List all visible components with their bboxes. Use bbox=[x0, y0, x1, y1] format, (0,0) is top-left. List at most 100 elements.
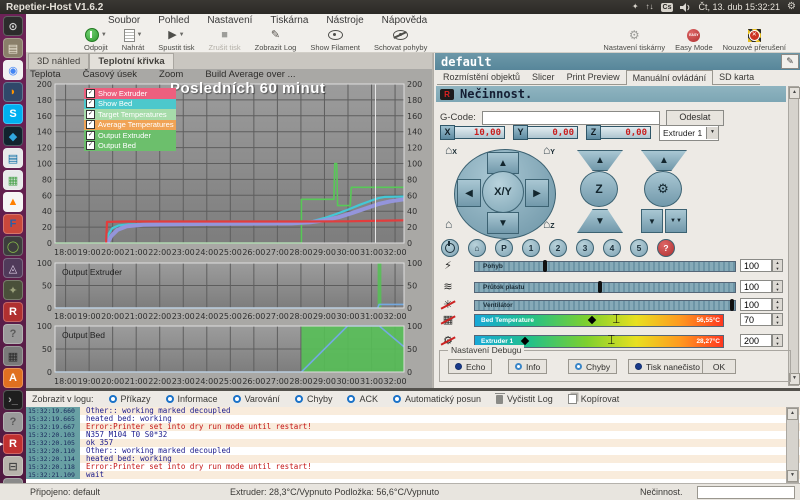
bed-icon[interactable]: ▦ bbox=[440, 313, 456, 327]
legend-checkbox[interactable]: ✓ bbox=[86, 110, 95, 119]
log-filter-chyby[interactable]: Chyby bbox=[295, 394, 333, 404]
flowrate-slider[interactable]: Průtok plastu bbox=[474, 282, 736, 293]
bed-temp-marker-diamond[interactable] bbox=[587, 316, 595, 324]
debug-tisk-nane-isto-button[interactable]: Tisk nanečisto bbox=[628, 359, 707, 374]
bed-temp-value-input[interactable]: 70 bbox=[740, 313, 772, 326]
tab-teplotn-k-ivka[interactable]: Teplotní křivka bbox=[89, 53, 173, 69]
menu-n-stroje[interactable]: Nástroje bbox=[326, 15, 363, 26]
menu-nastaven-[interactable]: Nastavení bbox=[207, 15, 252, 26]
panel-tab-sd-karta[interactable]: SD karta bbox=[713, 70, 760, 85]
launcher-calculator[interactable]: ▦ bbox=[3, 346, 23, 366]
flowrate-value-input[interactable]: 100 bbox=[740, 280, 772, 293]
send-gcode-button[interactable]: Odeslat bbox=[666, 110, 724, 126]
menu-n-pov-da[interactable]: Nápověda bbox=[382, 15, 428, 26]
debug-echo-button[interactable]: Echo bbox=[448, 359, 492, 374]
preheat-button[interactable]: P bbox=[495, 239, 513, 257]
toolbar-disconnect-button[interactable]: ▼Odpojit bbox=[84, 28, 108, 52]
launcher-repetier[interactable]: R bbox=[3, 302, 23, 322]
launcher-vlc[interactable]: ▲ bbox=[3, 192, 23, 212]
bed-temp-slider[interactable]: Bed Temperature56,55°C⌶ bbox=[474, 314, 724, 327]
feedrate-spinner[interactable]: ▲▼ bbox=[772, 259, 783, 272]
toolbar-emergency-stop-button[interactable]: ✕Nouzové přerušení bbox=[723, 28, 786, 52]
launcher-libreoffice-calc[interactable]: ▦ bbox=[3, 170, 23, 190]
fan-value-input[interactable]: 100 bbox=[740, 298, 772, 311]
scroll-up-button[interactable]: ▲ bbox=[789, 87, 800, 99]
legend-checkbox[interactable]: ✓ bbox=[86, 99, 95, 108]
dropdown-caret-icon[interactable]: ▼ bbox=[179, 32, 185, 38]
log-scroll-up-button[interactable]: ▲ bbox=[787, 408, 798, 420]
runner-icon[interactable]: ⚡ bbox=[440, 259, 456, 273]
toolbar-show-filament-button[interactable]: Show Filament bbox=[310, 28, 360, 52]
launcher-libreoffice-writer[interactable]: ▤ bbox=[3, 148, 23, 168]
extruder-retract-button[interactable]: ▲ bbox=[641, 150, 687, 171]
z-up-button[interactable]: ▲ bbox=[577, 150, 623, 171]
dropdown-caret-icon[interactable]: ▼ bbox=[101, 32, 107, 38]
toolbar-easy-mode-button[interactable]: EASYEasy Mode bbox=[675, 28, 713, 52]
toolbar-hide-travel-button[interactable]: Schovat pohyby bbox=[374, 28, 427, 52]
motors-off-button[interactable] bbox=[441, 239, 459, 257]
panel-tab-manu-ln-ovl-d-n-[interactable]: Manuální ovládání bbox=[626, 70, 714, 85]
legend-checkbox[interactable]: ✓ bbox=[86, 131, 95, 140]
legend-checkbox[interactable]: ✓ bbox=[86, 141, 95, 150]
flowrate-spinner[interactable]: ▲▼ bbox=[772, 280, 783, 293]
launcher-kodi[interactable]: ◆ bbox=[3, 126, 23, 146]
gcode-input[interactable] bbox=[482, 111, 660, 125]
log-scrollbar[interactable]: ▲ ▼ bbox=[786, 407, 799, 483]
legend-checkbox[interactable]: ✓ bbox=[86, 89, 95, 98]
legend-checkbox[interactable]: ✓ bbox=[86, 120, 95, 129]
speed-3-button[interactable]: 3 bbox=[576, 239, 594, 257]
feedrate-slider[interactable]: Pohyb bbox=[474, 261, 736, 272]
speed-4-button[interactable]: 4 bbox=[603, 239, 621, 257]
extruder-temp-spinner[interactable]: ▲▼ bbox=[772, 334, 783, 347]
fan-icon[interactable]: ✳ bbox=[440, 298, 456, 312]
tab-3d-n-hled[interactable]: 3D náhled bbox=[28, 53, 89, 69]
speed-2-button[interactable]: 2 bbox=[549, 239, 567, 257]
log-scroll-down-button[interactable]: ▼ bbox=[787, 470, 798, 482]
copy-log-button[interactable]: Kopírovat bbox=[568, 394, 620, 404]
home-x-button[interactable]: ⌂X bbox=[445, 144, 457, 156]
menu-soubor[interactable]: Soubor bbox=[108, 15, 140, 26]
ok-button[interactable]: OK bbox=[702, 359, 736, 374]
speed-1-button[interactable]: 1 bbox=[522, 239, 540, 257]
flow-icon[interactable]: ≋ bbox=[440, 280, 456, 294]
log-filter-automatick-posun[interactable]: Automatický posun bbox=[393, 394, 481, 404]
panel-tab-slicer[interactable]: Slicer bbox=[526, 70, 561, 85]
launcher-repetier-host-active[interactable]: R▶ bbox=[3, 434, 23, 454]
launcher-ubuntu-dash[interactable]: ⊙ bbox=[3, 16, 23, 36]
debug-info-button[interactable]: Info bbox=[508, 359, 547, 374]
launcher-app-unknown-2[interactable]: ? bbox=[3, 412, 23, 432]
home-all-button[interactable]: ⌂ bbox=[445, 218, 452, 230]
clear-log-button[interactable]: Vyčistit Log bbox=[496, 394, 553, 404]
feedrate-value-input[interactable]: 100 bbox=[740, 259, 772, 272]
home-y-button[interactable]: ⌂Y bbox=[543, 144, 555, 156]
z-center-button[interactable]: Z bbox=[580, 171, 618, 207]
launcher-firefox[interactable]: ◗ bbox=[3, 82, 23, 102]
launcher-files[interactable]: ▤ bbox=[3, 38, 23, 58]
fan-slider-thumb[interactable] bbox=[730, 299, 734, 311]
extruder-temp-marker-diamond[interactable] bbox=[520, 337, 528, 345]
z-down-button[interactable]: ▼ bbox=[577, 209, 623, 233]
edit-config-button[interactable]: ✎ bbox=[781, 54, 799, 69]
launcher-app-orange-a[interactable]: A bbox=[3, 368, 23, 388]
extruder-temp-value-input[interactable]: 200 bbox=[740, 334, 772, 347]
park-button[interactable]: ⌂ bbox=[468, 239, 486, 257]
extrude-slow-button[interactable]: ▼ bbox=[641, 209, 663, 233]
menu-tisk-rna[interactable]: Tiskárna bbox=[270, 15, 308, 26]
toolbar-load-button[interactable]: ▼Nahrát bbox=[122, 28, 145, 52]
clock[interactable]: Čt, 13. dub 15:32:21 bbox=[698, 2, 780, 12]
indicator-icon[interactable]: ✦ bbox=[632, 3, 639, 11]
launcher-app-red-blue[interactable]: F bbox=[3, 214, 23, 234]
flowrate-slider-thumb[interactable] bbox=[598, 281, 602, 293]
launcher-app-camo[interactable]: ✦ bbox=[3, 280, 23, 300]
help-button[interactable]: ? bbox=[657, 239, 675, 257]
network-icon[interactable]: ↑↓ bbox=[646, 3, 654, 11]
toolbar-show-log-button[interactable]: ✎Zobrazit Log bbox=[255, 28, 297, 52]
keyboard-layout-indicator[interactable]: Cs bbox=[661, 3, 674, 12]
panel-tab-rozm-st-n-objekt-[interactable]: Rozmístění objektů bbox=[437, 70, 526, 85]
dropdown-caret-icon[interactable]: ▼ bbox=[137, 32, 143, 38]
log-filter-p-kazy[interactable]: Příkazy bbox=[109, 394, 151, 404]
bed-temp-spinner[interactable]: ▲▼ bbox=[772, 313, 783, 326]
x-plus-button[interactable]: ▶ bbox=[525, 179, 549, 207]
fan-slider[interactable]: Ventilátor bbox=[474, 300, 736, 311]
toolbar-start-print-button[interactable]: ▶▼Spustit tisk bbox=[158, 28, 194, 52]
